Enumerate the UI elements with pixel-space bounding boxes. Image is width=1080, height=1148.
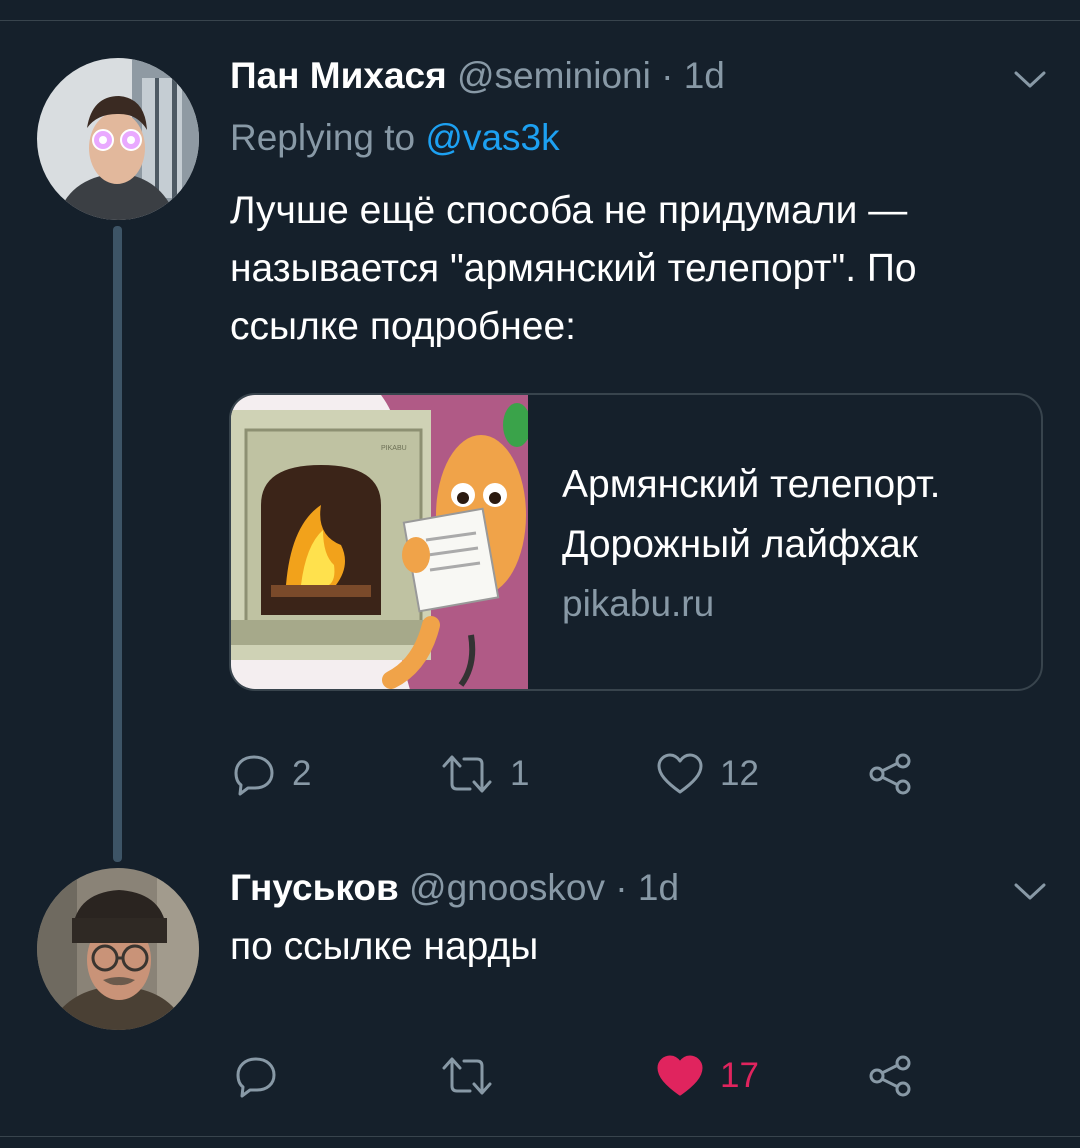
- like-button[interactable]: 17: [656, 1054, 759, 1098]
- reply-icon: [236, 1057, 276, 1098]
- divider: [0, 1136, 1080, 1137]
- tweet-text-line: по ссылке нарды: [230, 925, 539, 968]
- timestamp[interactable]: 1d: [684, 55, 725, 96]
- share-button[interactable]: [866, 1054, 914, 1098]
- timeline: Пан Михася @seminioni · 1d Replying to @…: [0, 0, 1080, 1148]
- replying-to: Replying to @vas3k: [230, 117, 560, 159]
- card-title-line: Дорожный лайфхак: [562, 523, 918, 566]
- avatar[interactable]: [37, 58, 199, 220]
- separator: ·: [615, 867, 628, 908]
- tweet-text-line: ссылке подробнее:: [230, 305, 576, 348]
- tweet-header: Гнуськов @gnooskov · 1d: [230, 867, 679, 909]
- reply-count: 2: [292, 754, 312, 793]
- link-card[interactable]: PIKABU Армянский телепорт. Дорожный лайф…: [229, 393, 1043, 691]
- card-domain: pikabu.ru: [562, 583, 715, 624]
- like-icon: [657, 753, 703, 794]
- replying-prefix: Replying to: [230, 117, 416, 158]
- card-image: PIKABU: [231, 395, 528, 689]
- tweet-text: Лучше ещё способа не придумали — называе…: [230, 182, 917, 356]
- share-button[interactable]: [866, 752, 914, 796]
- thread-line: [113, 226, 122, 862]
- timestamp[interactable]: 1d: [638, 867, 679, 908]
- reply-icon: [234, 755, 274, 796]
- card-title: Армянский телепорт. Дорожный лайфхак: [562, 455, 1032, 575]
- author-name[interactable]: Гнуськов: [230, 867, 399, 908]
- share-icon: [869, 753, 911, 795]
- like-count: 12: [720, 754, 759, 793]
- author-handle[interactable]: @gnooskov: [409, 867, 605, 908]
- retweet-count: 1: [510, 754, 530, 793]
- like-icon: [657, 1055, 703, 1096]
- chevron-down-icon[interactable]: [1012, 880, 1048, 904]
- retweet-icon: [442, 1057, 492, 1095]
- tweet-text: по ссылке нарды: [230, 918, 538, 976]
- author-handle[interactable]: @seminioni: [457, 55, 651, 96]
- reply-button[interactable]: 2: [232, 752, 311, 796]
- replying-mention[interactable]: @vas3k: [425, 117, 559, 158]
- avatar[interactable]: [37, 868, 199, 1030]
- chevron-down-icon[interactable]: [1012, 68, 1048, 92]
- reply-button[interactable]: [234, 1054, 294, 1098]
- like-button[interactable]: 12: [656, 752, 759, 796]
- retweet-button[interactable]: [440, 1054, 510, 1098]
- card-title-line: Армянский телепорт.: [562, 463, 941, 506]
- like-count: 17: [720, 1056, 759, 1095]
- author-name[interactable]: Пан Михася: [230, 55, 447, 96]
- separator: ·: [661, 55, 674, 96]
- tweet-header: Пан Михася @seminioni · 1d: [230, 55, 725, 97]
- card-image-label: PIKABU: [381, 445, 407, 452]
- divider: [0, 20, 1080, 21]
- tweet-text-line: Лучше ещё способа не придумали —: [230, 189, 908, 232]
- tweet-text-line: называется "армянский телепорт". По: [230, 247, 917, 290]
- share-icon: [869, 1055, 911, 1097]
- retweet-button[interactable]: 1: [440, 752, 529, 796]
- retweet-icon: [442, 755, 492, 793]
